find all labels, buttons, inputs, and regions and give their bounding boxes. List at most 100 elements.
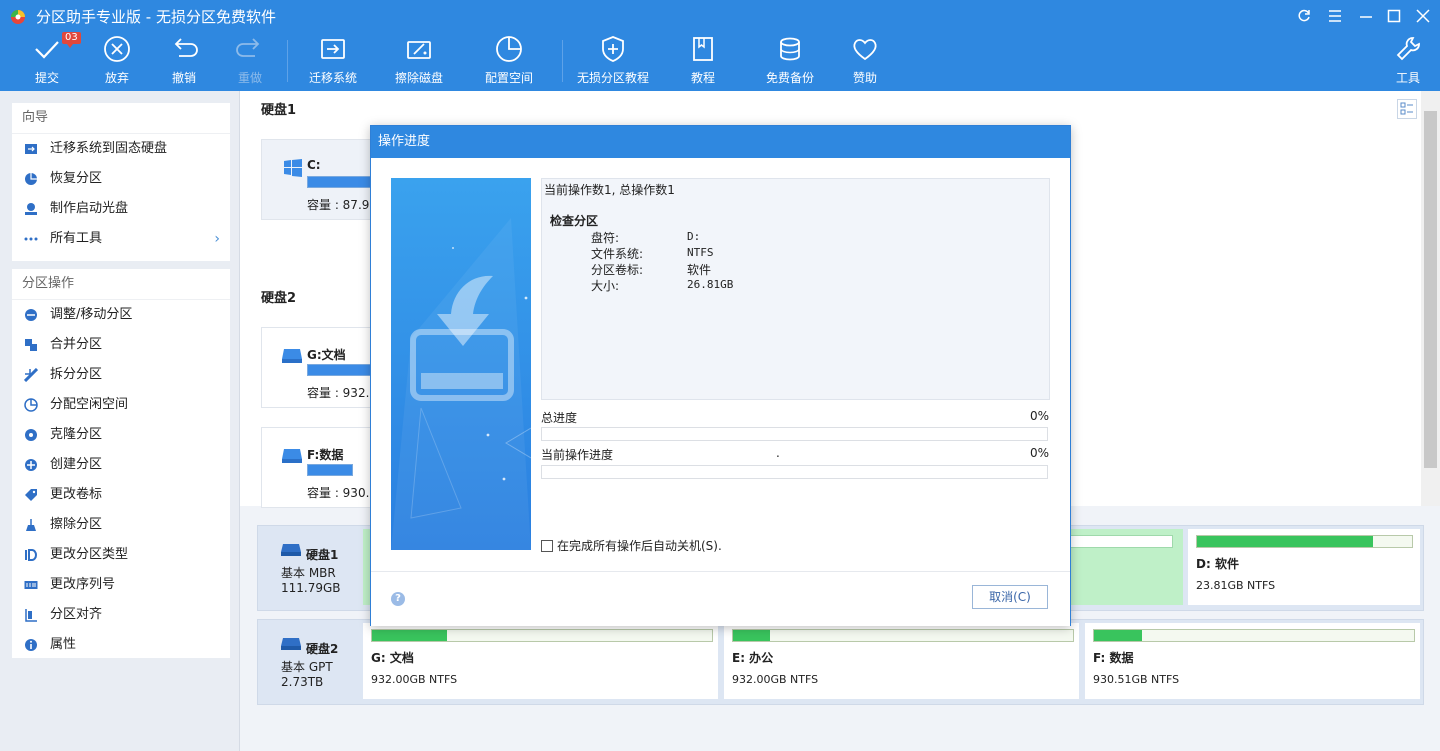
partition-card-f[interactable]: F:数据 容量 : 930.5 [261, 427, 383, 508]
tutorial-label: 教程 [690, 71, 715, 85]
cancel-button[interactable]: 取消(C) [972, 585, 1048, 609]
sidebar-item-change-label[interactable]: 更改卷标 [12, 480, 230, 510]
wrench-icon [1396, 37, 1420, 61]
partition-name: F:数据 [307, 448, 344, 462]
windows-icon [284, 159, 302, 177]
drive-icon [282, 349, 302, 363]
disk1-info: 硬盘1 基本 MBR 111.79GB [258, 526, 362, 610]
partition-block-d[interactable]: D: 软件 23.81GB NTFS [1188, 529, 1420, 605]
help-icon[interactable]: ? [391, 592, 405, 606]
detail-value: NTFS [687, 246, 714, 259]
commit-label: 提交 [34, 71, 59, 85]
sidebar-item-merge[interactable]: 合并分区 [12, 330, 230, 360]
serial-icon [24, 581, 38, 589]
partition-usage-fill [1197, 536, 1374, 547]
download-tray-icon [391, 218, 531, 550]
disk-size: 111.79GB [281, 581, 341, 595]
partition-usage-bar [732, 629, 1074, 642]
partition-block-g[interactable]: G: 文档 932.00GB NTFS [363, 623, 718, 699]
sidebar-item-split[interactable]: 拆分分区 [12, 360, 230, 390]
pending-count-badge: 03 [62, 32, 81, 44]
partition-block-e[interactable]: E: 办公 932.00GB NTFS [724, 623, 1079, 699]
free-backup-button[interactable]: 免费备份 [765, 34, 815, 88]
checkbox-box[interactable] [541, 539, 553, 552]
sidebar-item-label: 调整/移动分区 [50, 307, 133, 322]
scrollbar-thumb[interactable] [1424, 111, 1437, 468]
shield-icon [602, 36, 624, 62]
maximize-button[interactable] [1384, 6, 1404, 26]
partition-name: G:文档 [307, 348, 346, 362]
sidebar-item-label: 创建分区 [50, 457, 103, 472]
migrate-icon [25, 144, 37, 154]
menu-button[interactable] [1325, 6, 1345, 26]
sidebar-item-align[interactable]: 分区对齐 [12, 600, 230, 630]
sponsor-button[interactable]: 赞助 [852, 34, 878, 88]
disk2-map-row[interactable]: 硬盘2 基本 GPT 2.73TB G: 文档 932.00GB NTFS E:… [257, 619, 1424, 705]
title-bar: 分区助手专业版 - 无损分区免费软件 [0, 0, 1440, 32]
partition-card-g[interactable]: G:文档 容量 : 932.0 [261, 327, 383, 408]
redo-button[interactable]: 重做 [236, 34, 263, 88]
sidebar-item-label: 分配空闲空间 [50, 397, 129, 412]
sidebar-item-change-serial[interactable]: 更改序列号 [12, 570, 230, 600]
discard-button[interactable]: 放弃 [104, 34, 130, 88]
sidebar-item-clone[interactable]: 克隆分区 [12, 420, 230, 450]
commit-button[interactable]: 提交 03 [34, 32, 81, 88]
check-icon [35, 41, 59, 59]
partition-capacity: 容量 : 87.98 [307, 198, 378, 212]
current-progress-percent: 0% [1029, 446, 1049, 460]
partition-size: 23.81GB NTFS [1196, 579, 1276, 592]
partition-usage-fill [372, 630, 447, 641]
redo-label: 重做 [237, 71, 262, 85]
current-progress-label: 当前操作进度 [541, 448, 614, 462]
wipe-disk-button[interactable]: 擦除磁盘 [394, 34, 444, 88]
vertical-scrollbar[interactable] [1421, 91, 1440, 506]
partition-name: G: 文档 [371, 651, 414, 665]
sidebar-item-label: 属性 [50, 637, 77, 652]
undo-icon [174, 38, 198, 57]
partition-block-f[interactable]: F: 数据 930.51GB NTFS [1085, 623, 1420, 699]
sidebar-item-boot-disk[interactable]: 制作启动光盘 [12, 194, 230, 224]
sidebar-item-change-type[interactable]: 更改分区类型 [12, 540, 230, 570]
more-dots-icon [24, 237, 38, 241]
sidebar-item-all-tools[interactable]: 所有工具 › [12, 224, 230, 254]
dialog-footer: ? 取消(C) [371, 571, 1070, 626]
current-progress-bar [541, 465, 1048, 479]
sidebar-item-resize-move[interactable]: 调整/移动分区 [12, 300, 230, 330]
tutorial-lossless-button[interactable]: 无损分区教程 [576, 34, 650, 88]
detail-value: 26.81GB [687, 278, 734, 291]
allocate-space-button[interactable]: 配置空间 [484, 34, 534, 88]
view-toggle-button[interactable] [1397, 99, 1417, 119]
sidebar-item-properties[interactable]: 属性 [12, 630, 230, 660]
sidebar-item-label: 迁移系统到固态硬盘 [50, 141, 168, 156]
auto-shutdown-checkbox[interactable]: 在完成所有操作后自动关机(S). [541, 537, 722, 554]
sidebar-item-migrate-ssd[interactable]: 迁移系统到固态硬盘 [12, 134, 230, 164]
close-button[interactable] [1413, 6, 1433, 26]
tools-label: 工具 [1395, 71, 1420, 85]
partition-name: C: [307, 158, 321, 172]
disk-type: 基本 GPT [281, 660, 333, 674]
disk2-info: 硬盘2 基本 GPT 2.73TB [258, 620, 362, 704]
allocate-space-label: 配置空间 [484, 71, 533, 85]
sidebar-item-allocate-free[interactable]: 分配空闲空间 [12, 390, 230, 420]
sidebar-item-wipe-partition[interactable]: 擦除分区 [12, 510, 230, 540]
detail-value: D: [687, 230, 701, 243]
app-logo-icon [11, 10, 25, 24]
minimize-button[interactable] [1356, 6, 1376, 26]
partition-card-c[interactable]: C: 容量 : 87.98 [261, 139, 383, 220]
usage-bar [307, 464, 353, 476]
tools-button[interactable]: 工具 [1395, 34, 1421, 88]
migrate-os-button[interactable]: 迁移系统 [308, 34, 358, 88]
detail-key: 分区卷标: [591, 263, 644, 277]
migrate-icon [321, 39, 345, 59]
align-icon [25, 609, 37, 622]
sponsor-label: 赞助 [852, 71, 877, 85]
create-icon [25, 459, 37, 471]
sidebar-item-create[interactable]: 创建分区 [12, 450, 230, 480]
partition-usage-bar [1196, 535, 1413, 548]
usage-bar [307, 364, 379, 376]
undo-button[interactable]: 撤销 [171, 34, 198, 88]
refresh-button[interactable] [1294, 6, 1314, 26]
tutorial-button[interactable]: 教程 [690, 34, 716, 88]
sidebar-item-recover-partition[interactable]: 恢复分区 [12, 164, 230, 194]
heart-icon [853, 39, 877, 61]
